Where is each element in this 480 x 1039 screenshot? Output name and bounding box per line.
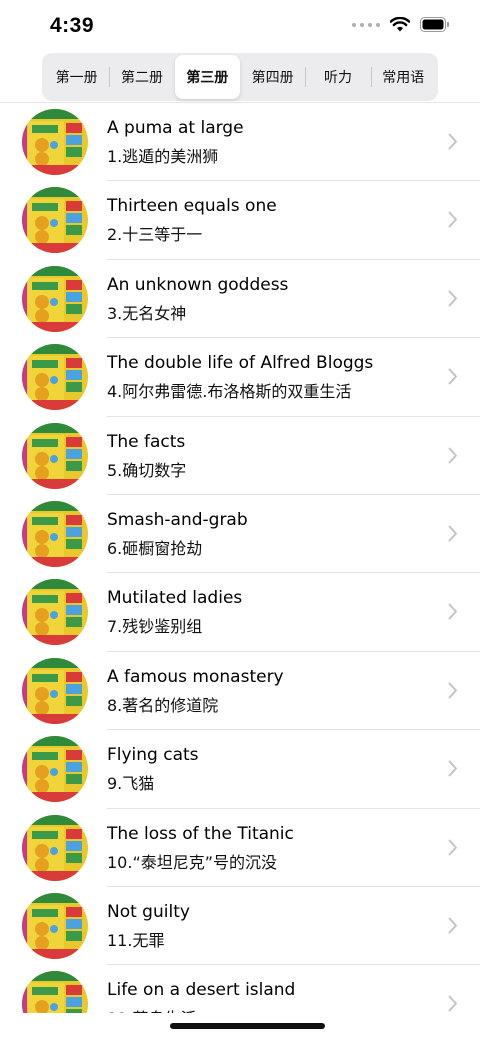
lesson-row[interactable]: Smash-and-grab 6.砸橱窗抢劫 xyxy=(0,495,480,574)
lesson-subtitle: 7.残钞鉴别组 xyxy=(107,617,203,637)
book-cover-thumbnail xyxy=(22,344,88,411)
chevron-right-icon xyxy=(448,603,458,624)
chevron-right-icon xyxy=(448,133,458,154)
lesson-title: Not guilty xyxy=(107,901,190,922)
chevron-right-icon xyxy=(448,368,458,389)
lesson-title: A famous monastery xyxy=(107,666,284,687)
chevron-right-icon xyxy=(448,447,458,468)
book-cover-thumbnail xyxy=(22,736,88,803)
lesson-row[interactable]: The loss of the Titanic 10.“泰坦尼克”号的沉没 xyxy=(0,809,480,888)
lesson-row[interactable]: The facts 5.确切数字 xyxy=(0,417,480,496)
tab-3[interactable]: 第三册 xyxy=(174,55,240,99)
lesson-row[interactable]: Life on a desert island 12.荒岛生活 xyxy=(0,965,480,1013)
book-cover-thumbnail xyxy=(22,265,88,332)
chevron-right-icon xyxy=(448,211,458,232)
lesson-subtitle: 10.“泰坦尼克”号的沉没 xyxy=(107,852,278,872)
lesson-row[interactable]: A puma at large 1.逃遁的美洲狮 xyxy=(0,103,480,182)
lesson-row[interactable]: Thirteen equals one 2.十三等于一 xyxy=(0,181,480,261)
battery-icon xyxy=(420,17,450,32)
lesson-subtitle: 8.著名的修道院 xyxy=(107,695,219,715)
lesson-list[interactable]: A puma at large 1.逃遁的美洲狮 Thirteen equals o… xyxy=(0,103,480,1013)
chevron-right-icon xyxy=(448,917,458,938)
cellular-signal-icon xyxy=(352,22,380,27)
lesson-row[interactable]: Flying cats 9.飞猫 xyxy=(0,730,480,809)
lesson-subtitle: 1.逃遁的美洲狮 xyxy=(107,147,219,166)
chevron-right-icon xyxy=(448,290,458,311)
lesson-row[interactable]: Mutilated ladies 7.残钞鉴别组 xyxy=(0,573,480,653)
chevron-right-icon xyxy=(448,682,458,703)
lesson-title: Flying cats xyxy=(107,745,199,766)
lesson-subtitle: 12.荒岛生活 xyxy=(107,1005,196,1013)
tab-4[interactable]: 第四册 xyxy=(240,55,305,99)
lesson-title: An unknown goddess xyxy=(107,274,289,295)
lesson-subtitle: 11.无罪 xyxy=(107,930,165,950)
chevron-right-icon xyxy=(448,525,458,546)
lesson-title: The facts xyxy=(107,431,186,452)
lesson-subtitle: 4.阿尔弗雷德.布洛格斯的双重生活 xyxy=(107,382,352,402)
lesson-row[interactable]: The double life of Alfred Bloggs 4.阿尔弗雷德.… xyxy=(0,338,480,417)
book-cover-thumbnail xyxy=(22,422,88,489)
home-indicator[interactable] xyxy=(170,1023,325,1029)
chevron-right-icon xyxy=(448,760,458,781)
lesson-row[interactable]: A famous monastery 8.著名的修道院 xyxy=(0,652,480,731)
lesson-subtitle: 2.十三等于一 xyxy=(107,225,203,245)
status-time: 4:39 xyxy=(50,14,95,37)
lesson-subtitle: 9.飞猫 xyxy=(107,774,155,794)
book-cover-thumbnail xyxy=(22,187,88,254)
chevron-right-icon xyxy=(448,839,458,860)
book-cover-thumbnail xyxy=(22,500,88,567)
wifi-icon xyxy=(390,17,410,32)
status-icons xyxy=(352,17,450,32)
book-cover-thumbnail xyxy=(22,814,88,881)
chevron-right-icon xyxy=(448,995,458,1013)
tab-2[interactable]: 第二册 xyxy=(109,55,174,99)
tab-1[interactable]: 第一册 xyxy=(44,55,109,99)
tab-6[interactable]: 常用语 xyxy=(370,55,436,99)
lesson-subtitle: 3.无名女神 xyxy=(107,303,187,323)
lesson-subtitle: 6.砸橱窗抢劫 xyxy=(107,538,203,558)
lesson-title: Life on a desert island xyxy=(107,980,296,1001)
lesson-title: Smash-and-grab xyxy=(107,509,248,530)
book-cover-thumbnail xyxy=(22,971,88,1013)
lesson-title: Mutilated ladies xyxy=(107,588,243,609)
book-cover-thumbnail xyxy=(22,109,88,175)
lesson-title: A puma at large xyxy=(107,118,244,138)
book-cover-thumbnail xyxy=(22,657,88,724)
book-cover-thumbnail xyxy=(22,579,88,646)
lesson-subtitle: 5.确切数字 xyxy=(107,460,187,480)
status-bar: 4:39 xyxy=(0,0,480,52)
lesson-title: Thirteen equals one xyxy=(107,196,277,217)
tab-5[interactable]: 听力 xyxy=(305,55,370,99)
lesson-row[interactable]: An unknown goddess 3.无名女神 xyxy=(0,260,480,339)
book-cover-thumbnail xyxy=(22,892,88,959)
book-segmented-control: 第一册 第二册 第三册 第四册 听力 常用语 xyxy=(42,53,438,101)
lesson-title: The double life of Alfred Bloggs xyxy=(107,353,374,374)
lesson-title: The loss of the Titanic xyxy=(107,823,294,844)
lesson-row[interactable]: Not guilty 11.无罪 xyxy=(0,887,480,966)
